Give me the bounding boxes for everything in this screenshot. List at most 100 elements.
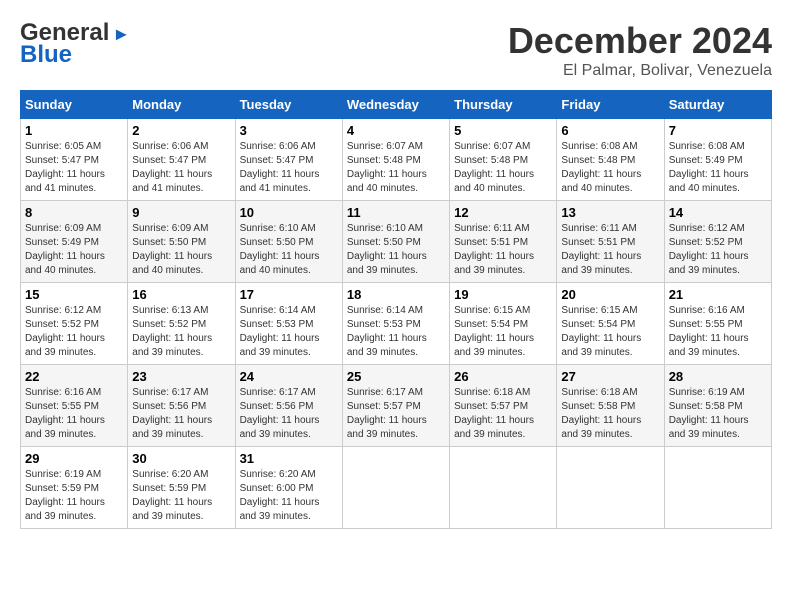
location-title: El Palmar, Bolivar, Venezuela [508,62,772,80]
month-title: December 2024 [508,20,772,62]
day-info: Sunrise: 6:18 AMSunset: 5:57 PMDaylight:… [454,386,552,442]
day-number: 17 [240,287,338,302]
calendar-cell: 26 Sunrise: 6:18 AMSunset: 5:57 PMDayligh… [450,365,557,447]
calendar-cell: 31 Sunrise: 6:20 AMSunset: 6:00 PMDayligh… [235,447,342,529]
calendar-table: SundayMondayTuesdayWednesdayThursdayFrid… [20,90,772,529]
day-number: 13 [561,205,659,220]
day-info: Sunrise: 6:05 AMSunset: 5:47 PMDaylight:… [25,140,123,196]
day-info: Sunrise: 6:17 AMSunset: 5:56 PMDaylight:… [132,386,230,442]
calendar-cell: 19Sunrise: 6:15 AMSunset: 5:54 PMDayligh… [450,283,557,365]
calendar-cell: 3Sunrise: 6:06 AMSunset: 5:47 PMDaylight… [235,119,342,201]
calendar-cell: 15Sunrise: 6:12 AMSunset: 5:52 PMDayligh… [21,283,128,365]
day-number: 16 [132,287,230,302]
calendar-week-row: 22 Sunrise: 6:16 AMSunset: 5:55 PMDayligh… [21,365,772,447]
calendar-cell [342,447,449,529]
day-number: 27 [561,369,659,384]
day-number: 6 [561,123,659,138]
calendar-cell [557,447,664,529]
calendar-cell: 23 Sunrise: 6:17 AMSunset: 5:56 PMDayligh… [128,365,235,447]
title-area: December 2024 El Palmar, Bolivar, Venezu… [508,20,772,80]
day-info: Sunrise: 6:17 AMSunset: 5:56 PMDaylight:… [240,386,338,442]
day-number: 30 [132,451,230,466]
day-number: 11 [347,205,445,220]
day-number: 25 [347,369,445,384]
day-info: Sunrise: 6:15 AMSunset: 5:54 PMDaylight:… [561,304,659,360]
calendar-cell: 12Sunrise: 6:11 AMSunset: 5:51 PMDayligh… [450,201,557,283]
calendar-cell [664,447,771,529]
calendar-cell: 30 Sunrise: 6:20 AMSunset: 5:59 PMDayligh… [128,447,235,529]
calendar-week-row: 15Sunrise: 6:12 AMSunset: 5:52 PMDayligh… [21,283,772,365]
calendar-cell [450,447,557,529]
day-info: Sunrise: 6:14 AMSunset: 5:53 PMDaylight:… [240,304,338,360]
day-info: Sunrise: 6:12 AMSunset: 5:52 PMDaylight:… [669,222,767,278]
calendar-cell: 2Sunrise: 6:06 AMSunset: 5:47 PMDaylight… [128,119,235,201]
calendar-cell: 1 Sunrise: 6:05 AMSunset: 5:47 PMDaylight… [21,119,128,201]
weekday-header-row: SundayMondayTuesdayWednesdayThursdayFrid… [21,91,772,119]
calendar-cell: 29Sunrise: 6:19 AMSunset: 5:59 PMDayligh… [21,447,128,529]
day-info: Sunrise: 6:15 AMSunset: 5:54 PMDaylight:… [454,304,552,360]
day-number: 7 [669,123,767,138]
day-info: Sunrise: 6:07 AMSunset: 5:48 PMDaylight:… [454,140,552,196]
day-number: 23 [132,369,230,384]
page-header: General ► Blue December 2024 El Palmar, … [20,20,772,80]
day-number: 10 [240,205,338,220]
calendar-cell: 28Sunrise: 6:19 AMSunset: 5:58 PMDayligh… [664,365,771,447]
day-info: Sunrise: 6:10 AMSunset: 5:50 PMDaylight:… [240,222,338,278]
weekday-header-saturday: Saturday [664,91,771,119]
day-number: 5 [454,123,552,138]
calendar-cell: 27 Sunrise: 6:18 AMSunset: 5:58 PMDayligh… [557,365,664,447]
day-info: Sunrise: 6:06 AMSunset: 5:47 PMDaylight:… [240,140,338,196]
day-info: Sunrise: 6:19 AMSunset: 5:59 PMDaylight:… [25,468,123,524]
day-number: 8 [25,205,123,220]
calendar-cell: 22 Sunrise: 6:16 AMSunset: 5:55 PMDayligh… [21,365,128,447]
weekday-header-sunday: Sunday [21,91,128,119]
calendar-cell: 10 Sunrise: 6:10 AMSunset: 5:50 PMDayligh… [235,201,342,283]
calendar-cell: 20 Sunrise: 6:15 AMSunset: 5:54 PMDayligh… [557,283,664,365]
day-info: Sunrise: 6:09 AMSunset: 5:50 PMDaylight:… [132,222,230,278]
logo-bird-icon: ► [112,25,130,45]
weekday-header-friday: Friday [557,91,664,119]
day-number: 14 [669,205,767,220]
day-info: Sunrise: 6:16 AMSunset: 5:55 PMDaylight:… [669,304,767,360]
calendar-cell: 7 Sunrise: 6:08 AMSunset: 5:49 PMDaylight… [664,119,771,201]
day-info: Sunrise: 6:10 AMSunset: 5:50 PMDaylight:… [347,222,445,278]
calendar-week-row: 29Sunrise: 6:19 AMSunset: 5:59 PMDayligh… [21,447,772,529]
calendar-cell: 4Sunrise: 6:07 AMSunset: 5:48 PMDaylight… [342,119,449,201]
day-info: Sunrise: 6:17 AMSunset: 5:57 PMDaylight:… [347,386,445,442]
day-number: 31 [240,451,338,466]
calendar-cell: 21Sunrise: 6:16 AMSunset: 5:55 PMDayligh… [664,283,771,365]
day-info: Sunrise: 6:20 AMSunset: 5:59 PMDaylight:… [132,468,230,524]
day-info: Sunrise: 6:20 AMSunset: 6:00 PMDaylight:… [240,468,338,524]
weekday-header-monday: Monday [128,91,235,119]
calendar-cell: 8 Sunrise: 6:09 AMSunset: 5:49 PMDaylight… [21,201,128,283]
day-number: 28 [669,369,767,384]
day-info: Sunrise: 6:13 AMSunset: 5:52 PMDaylight:… [132,304,230,360]
day-info: Sunrise: 6:09 AMSunset: 5:49 PMDaylight:… [25,222,123,278]
day-info: Sunrise: 6:18 AMSunset: 5:58 PMDaylight:… [561,386,659,442]
weekday-header-thursday: Thursday [450,91,557,119]
calendar-week-row: 8 Sunrise: 6:09 AMSunset: 5:49 PMDaylight… [21,201,772,283]
day-number: 9 [132,205,230,220]
day-number: 26 [454,369,552,384]
calendar-cell: 18Sunrise: 6:14 AMSunset: 5:53 PMDayligh… [342,283,449,365]
day-info: Sunrise: 6:08 AMSunset: 5:48 PMDaylight:… [561,140,659,196]
calendar-cell: 6 Sunrise: 6:08 AMSunset: 5:48 PMDaylight… [557,119,664,201]
logo: General ► Blue [20,20,130,69]
day-number: 1 [25,123,123,138]
day-info: Sunrise: 6:07 AMSunset: 5:48 PMDaylight:… [347,140,445,196]
day-info: Sunrise: 6:12 AMSunset: 5:52 PMDaylight:… [25,304,123,360]
day-number: 22 [25,369,123,384]
day-info: Sunrise: 6:08 AMSunset: 5:49 PMDaylight:… [669,140,767,196]
day-info: Sunrise: 6:06 AMSunset: 5:47 PMDaylight:… [132,140,230,196]
calendar-cell: 11 Sunrise: 6:10 AMSunset: 5:50 PMDayligh… [342,201,449,283]
calendar-cell: 5 Sunrise: 6:07 AMSunset: 5:48 PMDaylight… [450,119,557,201]
day-info: Sunrise: 6:16 AMSunset: 5:55 PMDaylight:… [25,386,123,442]
calendar-cell: 16 Sunrise: 6:13 AMSunset: 5:52 PMDayligh… [128,283,235,365]
day-number: 20 [561,287,659,302]
day-number: 12 [454,205,552,220]
calendar-cell: 17 Sunrise: 6:14 AMSunset: 5:53 PMDayligh… [235,283,342,365]
calendar-cell: 25 Sunrise: 6:17 AMSunset: 5:57 PMDayligh… [342,365,449,447]
calendar-cell: 24Sunrise: 6:17 AMSunset: 5:56 PMDayligh… [235,365,342,447]
calendar-cell: 14 Sunrise: 6:12 AMSunset: 5:52 PMDayligh… [664,201,771,283]
day-info: Sunrise: 6:14 AMSunset: 5:53 PMDaylight:… [347,304,445,360]
